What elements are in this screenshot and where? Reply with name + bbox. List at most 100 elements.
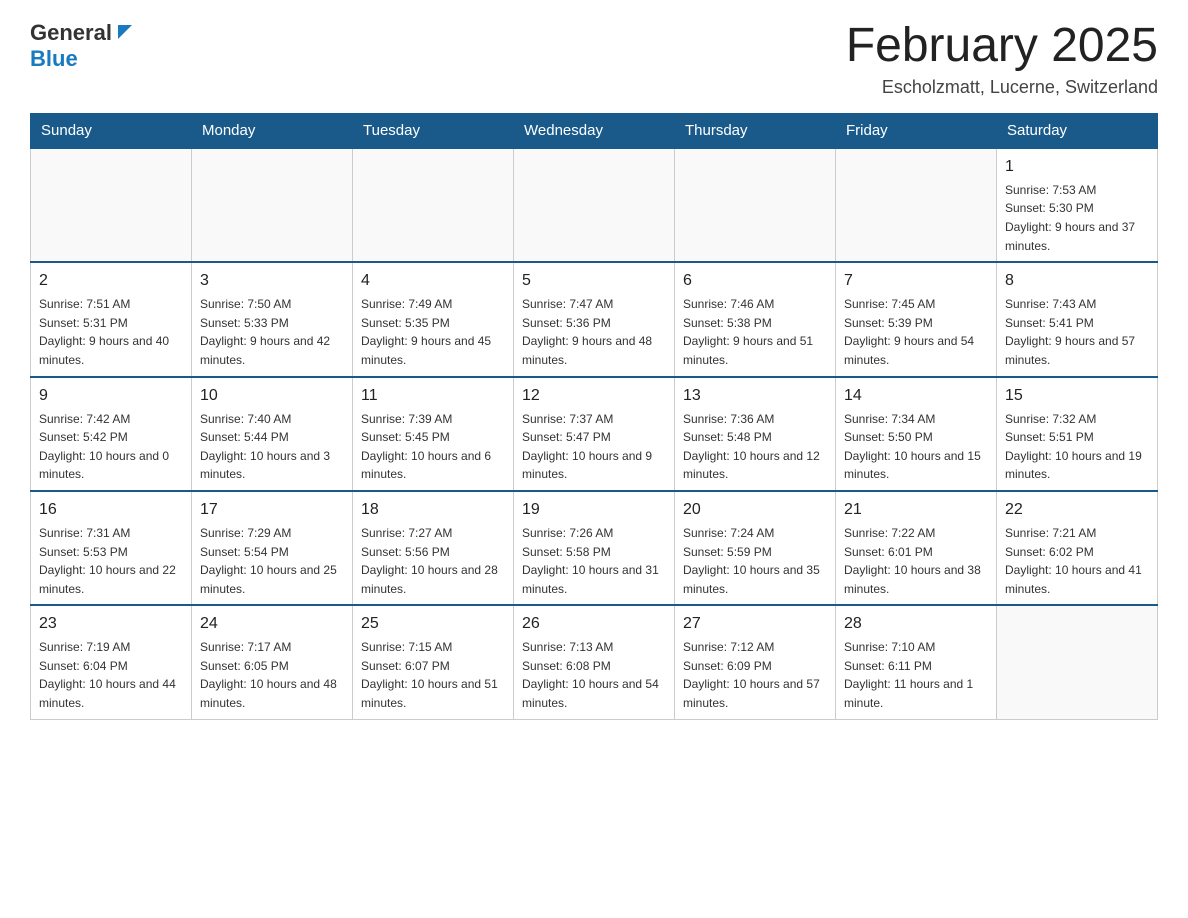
day-number: 2 — [39, 269, 183, 293]
day-number: 23 — [39, 612, 183, 636]
day-info: Sunrise: 7:31 AM Sunset: 5:53 PM Dayligh… — [39, 524, 183, 598]
day-info: Sunrise: 7:40 AM Sunset: 5:44 PM Dayligh… — [200, 410, 344, 484]
day-info: Sunrise: 7:12 AM Sunset: 6:09 PM Dayligh… — [683, 638, 827, 712]
day-info: Sunrise: 7:15 AM Sunset: 6:07 PM Dayligh… — [361, 638, 505, 712]
calendar-week-row: 16Sunrise: 7:31 AM Sunset: 5:53 PM Dayli… — [31, 491, 1158, 605]
day-number: 16 — [39, 498, 183, 522]
day-info: Sunrise: 7:51 AM Sunset: 5:31 PM Dayligh… — [39, 295, 183, 369]
day-number: 10 — [200, 384, 344, 408]
day-info: Sunrise: 7:50 AM Sunset: 5:33 PM Dayligh… — [200, 295, 344, 369]
day-info: Sunrise: 7:22 AM Sunset: 6:01 PM Dayligh… — [844, 524, 988, 598]
calendar-day-cell: 16Sunrise: 7:31 AM Sunset: 5:53 PM Dayli… — [31, 491, 192, 605]
day-number: 15 — [1005, 384, 1149, 408]
calendar-day-cell: 3Sunrise: 7:50 AM Sunset: 5:33 PM Daylig… — [192, 262, 353, 376]
day-info: Sunrise: 7:19 AM Sunset: 6:04 PM Dayligh… — [39, 638, 183, 712]
day-number: 20 — [683, 498, 827, 522]
day-info: Sunrise: 7:13 AM Sunset: 6:08 PM Dayligh… — [522, 638, 666, 712]
day-number: 24 — [200, 612, 344, 636]
calendar-day-cell: 5Sunrise: 7:47 AM Sunset: 5:36 PM Daylig… — [514, 262, 675, 376]
day-number: 13 — [683, 384, 827, 408]
col-header-wednesday: Wednesday — [514, 113, 675, 148]
calendar-day-cell: 20Sunrise: 7:24 AM Sunset: 5:59 PM Dayli… — [675, 491, 836, 605]
calendar-day-cell: 8Sunrise: 7:43 AM Sunset: 5:41 PM Daylig… — [997, 262, 1158, 376]
calendar-day-cell: 25Sunrise: 7:15 AM Sunset: 6:07 PM Dayli… — [353, 605, 514, 719]
calendar-week-row: 23Sunrise: 7:19 AM Sunset: 6:04 PM Dayli… — [31, 605, 1158, 719]
day-info: Sunrise: 7:27 AM Sunset: 5:56 PM Dayligh… — [361, 524, 505, 598]
day-info: Sunrise: 7:46 AM Sunset: 5:38 PM Dayligh… — [683, 295, 827, 369]
day-number: 5 — [522, 269, 666, 293]
calendar-day-cell: 21Sunrise: 7:22 AM Sunset: 6:01 PM Dayli… — [836, 491, 997, 605]
day-number: 19 — [522, 498, 666, 522]
day-number: 14 — [844, 384, 988, 408]
page-header: General Blue February 2025 Escholzmatt, … — [30, 20, 1158, 98]
day-number: 11 — [361, 384, 505, 408]
day-info: Sunrise: 7:37 AM Sunset: 5:47 PM Dayligh… — [522, 410, 666, 484]
day-number: 17 — [200, 498, 344, 522]
day-number: 25 — [361, 612, 505, 636]
day-number: 21 — [844, 498, 988, 522]
calendar-day-cell: 9Sunrise: 7:42 AM Sunset: 5:42 PM Daylig… — [31, 377, 192, 491]
calendar-day-cell: 19Sunrise: 7:26 AM Sunset: 5:58 PM Dayli… — [514, 491, 675, 605]
day-number: 22 — [1005, 498, 1149, 522]
calendar-day-cell: 12Sunrise: 7:37 AM Sunset: 5:47 PM Dayli… — [514, 377, 675, 491]
day-info: Sunrise: 7:34 AM Sunset: 5:50 PM Dayligh… — [844, 410, 988, 484]
day-number: 27 — [683, 612, 827, 636]
calendar-header-row: SundayMondayTuesdayWednesdayThursdayFrid… — [31, 113, 1158, 148]
day-info: Sunrise: 7:43 AM Sunset: 5:41 PM Dayligh… — [1005, 295, 1149, 369]
day-info: Sunrise: 7:45 AM Sunset: 5:39 PM Dayligh… — [844, 295, 988, 369]
day-info: Sunrise: 7:24 AM Sunset: 5:59 PM Dayligh… — [683, 524, 827, 598]
logo-general: General — [30, 20, 112, 46]
day-number: 18 — [361, 498, 505, 522]
calendar-day-cell: 28Sunrise: 7:10 AM Sunset: 6:11 PM Dayli… — [836, 605, 997, 719]
calendar-day-cell: 1Sunrise: 7:53 AM Sunset: 5:30 PM Daylig… — [997, 148, 1158, 262]
day-info: Sunrise: 7:10 AM Sunset: 6:11 PM Dayligh… — [844, 638, 988, 712]
calendar-day-cell — [997, 605, 1158, 719]
col-header-friday: Friday — [836, 113, 997, 148]
logo-triangle-icon — [114, 22, 132, 40]
calendar-day-cell: 2Sunrise: 7:51 AM Sunset: 5:31 PM Daylig… — [31, 262, 192, 376]
calendar-day-cell: 18Sunrise: 7:27 AM Sunset: 5:56 PM Dayli… — [353, 491, 514, 605]
calendar-day-cell — [514, 148, 675, 262]
day-info: Sunrise: 7:32 AM Sunset: 5:51 PM Dayligh… — [1005, 410, 1149, 484]
day-number: 7 — [844, 269, 988, 293]
calendar-week-row: 1Sunrise: 7:53 AM Sunset: 5:30 PM Daylig… — [31, 148, 1158, 262]
day-info: Sunrise: 7:26 AM Sunset: 5:58 PM Dayligh… — [522, 524, 666, 598]
calendar-day-cell: 13Sunrise: 7:36 AM Sunset: 5:48 PM Dayli… — [675, 377, 836, 491]
day-number: 8 — [1005, 269, 1149, 293]
day-info: Sunrise: 7:49 AM Sunset: 5:35 PM Dayligh… — [361, 295, 505, 369]
calendar-day-cell: 26Sunrise: 7:13 AM Sunset: 6:08 PM Dayli… — [514, 605, 675, 719]
day-number: 9 — [39, 384, 183, 408]
calendar-day-cell: 17Sunrise: 7:29 AM Sunset: 5:54 PM Dayli… — [192, 491, 353, 605]
day-number: 26 — [522, 612, 666, 636]
calendar-day-cell: 24Sunrise: 7:17 AM Sunset: 6:05 PM Dayli… — [192, 605, 353, 719]
calendar-day-cell: 11Sunrise: 7:39 AM Sunset: 5:45 PM Dayli… — [353, 377, 514, 491]
logo: General Blue — [30, 20, 132, 72]
location-subtitle: Escholzmatt, Lucerne, Switzerland — [846, 77, 1158, 98]
calendar-day-cell: 10Sunrise: 7:40 AM Sunset: 5:44 PM Dayli… — [192, 377, 353, 491]
calendar-day-cell — [836, 148, 997, 262]
calendar-day-cell: 15Sunrise: 7:32 AM Sunset: 5:51 PM Dayli… — [997, 377, 1158, 491]
calendar-day-cell: 23Sunrise: 7:19 AM Sunset: 6:04 PM Dayli… — [31, 605, 192, 719]
day-number: 28 — [844, 612, 988, 636]
calendar-day-cell — [31, 148, 192, 262]
calendar-day-cell: 27Sunrise: 7:12 AM Sunset: 6:09 PM Dayli… — [675, 605, 836, 719]
col-header-sunday: Sunday — [31, 113, 192, 148]
calendar-day-cell: 7Sunrise: 7:45 AM Sunset: 5:39 PM Daylig… — [836, 262, 997, 376]
day-info: Sunrise: 7:17 AM Sunset: 6:05 PM Dayligh… — [200, 638, 344, 712]
day-number: 1 — [1005, 155, 1149, 179]
col-header-monday: Monday — [192, 113, 353, 148]
day-number: 3 — [200, 269, 344, 293]
calendar-day-cell — [192, 148, 353, 262]
day-number: 12 — [522, 384, 666, 408]
day-info: Sunrise: 7:21 AM Sunset: 6:02 PM Dayligh… — [1005, 524, 1149, 598]
calendar-week-row: 2Sunrise: 7:51 AM Sunset: 5:31 PM Daylig… — [31, 262, 1158, 376]
month-title: February 2025 — [846, 20, 1158, 73]
day-info: Sunrise: 7:36 AM Sunset: 5:48 PM Dayligh… — [683, 410, 827, 484]
day-info: Sunrise: 7:29 AM Sunset: 5:54 PM Dayligh… — [200, 524, 344, 598]
calendar-day-cell: 14Sunrise: 7:34 AM Sunset: 5:50 PM Dayli… — [836, 377, 997, 491]
calendar-day-cell: 22Sunrise: 7:21 AM Sunset: 6:02 PM Dayli… — [997, 491, 1158, 605]
logo-blue: Blue — [30, 46, 78, 71]
calendar-table: SundayMondayTuesdayWednesdayThursdayFrid… — [30, 113, 1158, 720]
calendar-day-cell — [353, 148, 514, 262]
calendar-day-cell: 6Sunrise: 7:46 AM Sunset: 5:38 PM Daylig… — [675, 262, 836, 376]
